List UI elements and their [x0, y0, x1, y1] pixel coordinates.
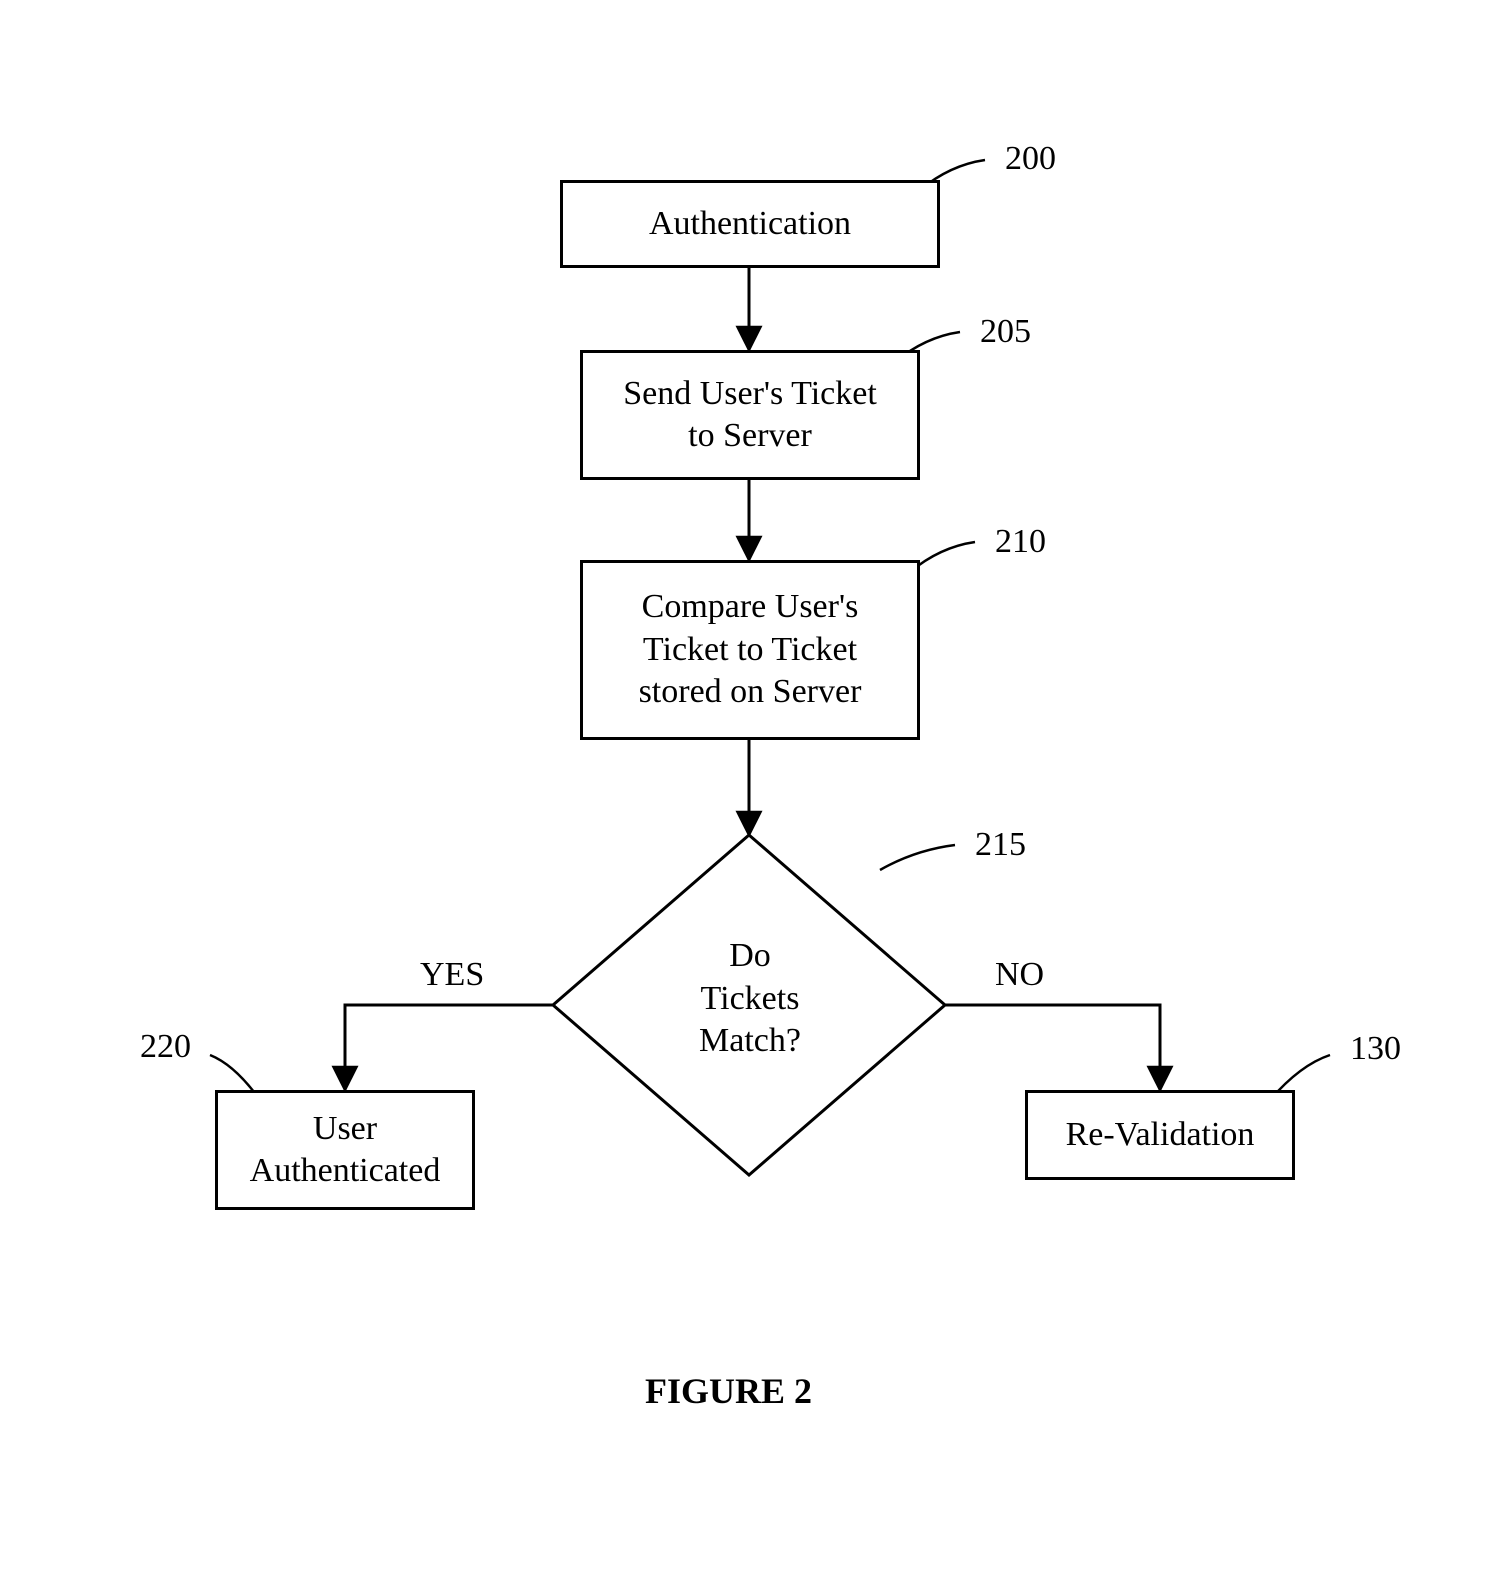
ref-200: 200 — [1005, 142, 1056, 176]
box-send-ticket: Send User's Ticketto Server — [580, 350, 920, 480]
ref-215: 215 — [975, 828, 1026, 862]
decision-tickets-match: DoTicketsMatch? — [630, 935, 870, 1063]
box-compare-ticket: Compare User'sTicket to Ticketstored on … — [580, 560, 920, 740]
box-re-validation: Re-Validation — [1025, 1090, 1295, 1180]
ref-210: 210 — [995, 525, 1046, 559]
ref-205: 205 — [980, 315, 1031, 349]
flowchart-canvas: Authentication Send User's Ticketto Serv… — [0, 0, 1498, 1577]
figure-caption: FIGURE 2 — [645, 1370, 812, 1412]
box-user-authenticated: UserAuthenticated — [215, 1090, 475, 1210]
edge-label-yes: YES — [420, 958, 484, 992]
edge-label-no: NO — [995, 958, 1044, 992]
ref-220: 220 — [140, 1030, 191, 1064]
ref-130: 130 — [1350, 1032, 1401, 1066]
box-authentication: Authentication — [560, 180, 940, 268]
